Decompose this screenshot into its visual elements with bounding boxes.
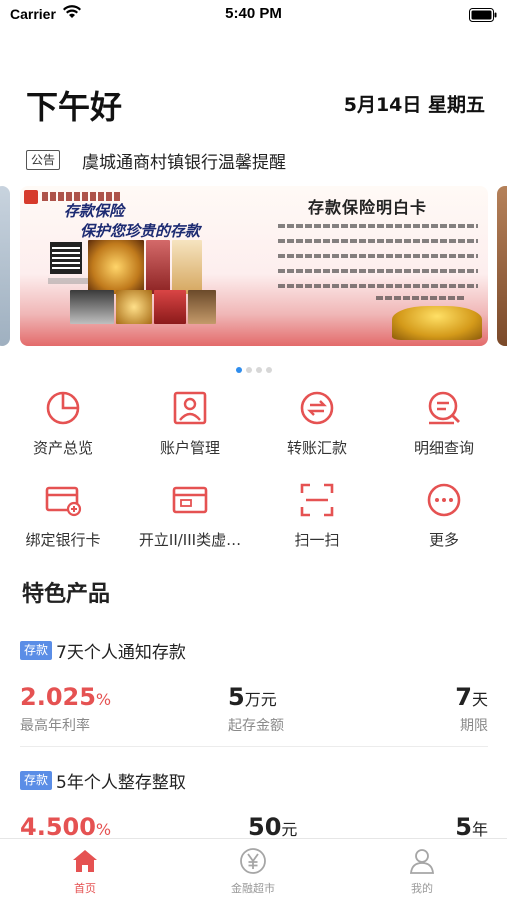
banner-slide[interactable]: 存款保险 保护您珍贵的存款 存款保险明白卡: [20, 186, 488, 346]
notice-text[interactable]: 虞城通商村镇银行温馨提醒: [82, 148, 286, 173]
product-tag: 存款: [20, 771, 53, 790]
clock: 5:40 PM: [225, 5, 282, 22]
pie-chart-icon: [46, 391, 80, 425]
banner-signature: [376, 296, 464, 300]
gold-treasure-image: [392, 306, 482, 340]
product-name: 5年个人整存整取: [56, 773, 186, 793]
greeting: 下午好: [26, 88, 123, 126]
product-tag: 存款: [20, 641, 53, 660]
banner-photo: [154, 290, 186, 324]
tab-label: 金融超市: [231, 882, 275, 895]
tab-mine[interactable]: 我的: [362, 847, 482, 896]
account-icon: [173, 391, 207, 425]
menu-item-transfer[interactable]: 转账汇款: [254, 388, 380, 458]
scan-icon: [300, 483, 334, 517]
status-bar: Carrier 5:40 PM: [0, 0, 507, 30]
term-label: 期限: [460, 718, 488, 734]
min-amount-label: 起存金额: [228, 718, 284, 734]
banner-title-left-1: 存款保险: [64, 202, 125, 220]
tab-finance-market[interactable]: 金融超市: [193, 847, 313, 896]
term-unit: 年: [471, 820, 488, 839]
min-amount-value: 5: [228, 683, 245, 711]
min-amount-unit: 万元: [244, 690, 277, 709]
carousel-dot[interactable]: [255, 367, 262, 373]
rate-label: 最高年利率: [20, 718, 90, 734]
banner-photo: [88, 240, 144, 294]
banner-title-left-2: 保护您珍贵的存款: [80, 222, 201, 240]
banner-photo: [146, 240, 170, 294]
menu-item-label: 扫一扫: [294, 531, 340, 549]
banner-body-text: [278, 224, 478, 299]
menu-item-detail-query[interactable]: 明细查询: [381, 388, 507, 458]
divider: [20, 746, 488, 747]
carousel-dot[interactable]: [245, 367, 252, 373]
banner-photo: [116, 290, 152, 324]
product-rate: 4.500%: [20, 813, 111, 841]
user-icon: [410, 849, 434, 874]
product-min-amount: 50元: [248, 813, 297, 841]
min-amount-value: 50: [248, 813, 282, 841]
product-term: 7天 期限: [455, 683, 488, 735]
menu-item-label: 资产总览: [32, 439, 93, 457]
rate-unit: %: [95, 820, 112, 839]
tab-label: 首页: [74, 882, 96, 895]
qr-caption: [48, 278, 88, 284]
open-account-card-icon: [172, 486, 208, 514]
menu-item-bind-card[interactable]: 绑定银行卡: [0, 480, 126, 550]
rate-unit: %: [95, 690, 112, 709]
product-min-amount: 5万元 起存金额: [228, 683, 284, 735]
section-title-featured: 特色产品: [22, 582, 111, 607]
product-rate: 2.025% 最高年利率: [20, 683, 111, 735]
banner-title-right: 存款保险明白卡: [308, 198, 428, 217]
home-icon: [73, 850, 97, 872]
product-term: 5年: [455, 813, 488, 841]
bottom-tab-bar: 首页 金融超市 我的: [0, 838, 507, 900]
tab-label: 我的: [411, 882, 433, 895]
menu-item-label: 更多: [428, 531, 459, 549]
banner-photo: [172, 240, 202, 294]
product-name: 7天个人通知存款: [56, 643, 186, 663]
notice-badge: 公告: [26, 150, 61, 170]
tab-home[interactable]: 首页: [25, 847, 145, 896]
term-unit: 天: [471, 690, 488, 709]
menu-item-scan[interactable]: 扫一扫: [254, 480, 380, 550]
rate-value: 4.500: [20, 813, 96, 841]
rate-value: 2.025: [20, 683, 96, 711]
menu-item-label: 明细查询: [413, 439, 474, 457]
battery-icon: [469, 7, 497, 26]
menu-item-open-account[interactable]: 开立II/III类虚…: [127, 480, 253, 550]
banner-carousel[interactable]: 存款保险 保护您珍贵的存款 存款保险明白卡: [0, 186, 507, 346]
banner-photo: [70, 290, 114, 324]
more-icon: [427, 483, 461, 517]
menu-item-label: 绑定银行卡: [25, 531, 101, 549]
banner-prev-peek[interactable]: [0, 186, 10, 346]
banner-photo: [188, 290, 216, 324]
menu-item-label: 转账汇款: [286, 439, 347, 457]
menu-item-account-management[interactable]: 账户管理: [127, 388, 253, 458]
banner-next-peek[interactable]: [497, 186, 507, 346]
carousel-dot[interactable]: [265, 367, 272, 373]
transfer-icon: [300, 391, 334, 425]
min-amount-unit: 元: [281, 820, 298, 839]
term-value: 5: [455, 813, 472, 841]
product-card[interactable]: 存款 7天个人通知存款 2.025% 最高年利率 5万元 起存金额 7天 期限: [20, 638, 488, 747]
menu-item-asset-overview[interactable]: 资产总览: [0, 388, 126, 458]
function-grid: 资产总览 账户管理 转账汇款 明细查询 绑定银行卡 开立II/III类虚… 扫一…: [0, 388, 507, 572]
term-value: 7: [455, 683, 472, 711]
yuan-icon: [240, 848, 266, 874]
date-label: 5月14日 星期五: [343, 94, 485, 116]
carousel-dot-active[interactable]: [235, 367, 242, 373]
menu-item-label: 账户管理: [159, 439, 220, 457]
qr-code-image: [50, 242, 82, 274]
carousel-indicator: [0, 358, 507, 377]
menu-item-more[interactable]: 更多: [381, 480, 507, 550]
search-detail-icon: [428, 391, 460, 425]
bind-card-icon: [45, 486, 82, 517]
menu-item-label: 开立II/III类虚…: [138, 531, 242, 549]
